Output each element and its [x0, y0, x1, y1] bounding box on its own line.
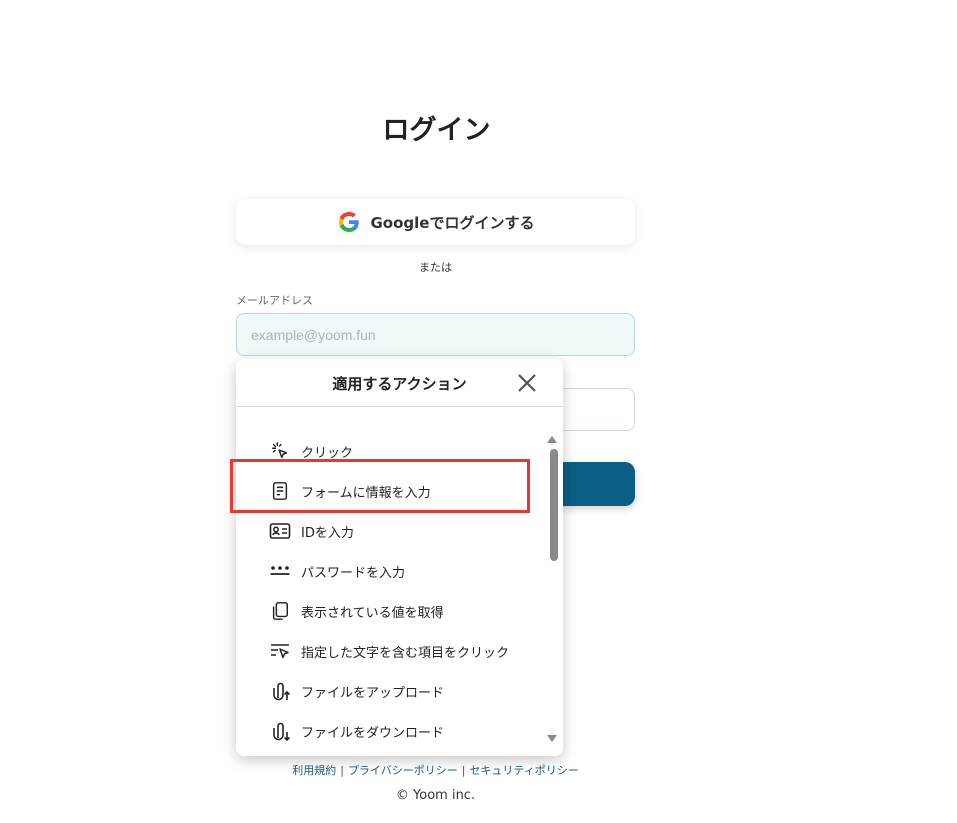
email-field[interactable] — [236, 313, 635, 356]
action-panel-title: 適用するアクション — [332, 375, 467, 393]
action-item-label: 指定した文字を含む項目をクリック — [301, 645, 510, 661]
action-panel: 適用するアクション クリック フォームに情報を入力 IDを入力 パスワードを入力… — [236, 359, 563, 756]
scroll-down-arrow[interactable] — [547, 735, 557, 742]
action-item-download[interactable]: ファイルをダウンロード — [236, 711, 546, 751]
google-login-button[interactable]: Googleでログインする — [236, 199, 635, 245]
paperclip-upload-icon — [269, 680, 291, 702]
text-click-icon — [269, 640, 291, 662]
footer-separator: | — [461, 764, 466, 777]
copyright: © Yoom inc. — [395, 788, 476, 803]
action-item-label: ファイルをアップロード — [301, 685, 445, 701]
highlight-box — [230, 459, 530, 513]
action-item-label: 表示されている値を取得 — [301, 605, 444, 621]
security-link[interactable]: セキュリティポリシー — [469, 764, 578, 777]
footer-separator: | — [340, 764, 344, 777]
google-logo-icon — [337, 210, 361, 234]
google-login-label: Googleでログインする — [370, 213, 535, 232]
paperclip-download-icon — [269, 720, 291, 742]
page-title: ログイン — [382, 115, 491, 146]
footer-links: 利用規約 | プライバシーポリシー | セキュリティポリシー — [236, 762, 635, 778]
action-item-label: ファイルをダウンロード — [301, 725, 445, 741]
action-item-text-click[interactable]: 指定した文字を含む項目をクリック — [236, 631, 546, 671]
action-item-label: パスワードを入力 — [301, 565, 406, 581]
action-item-get-value[interactable]: 表示されている値を取得 — [236, 591, 546, 631]
action-panel-header: 適用するアクション — [236, 359, 563, 407]
email-label: メールアドレス — [236, 294, 313, 307]
or-divider-text: または — [419, 261, 452, 274]
copy-icon — [269, 600, 291, 622]
password-dots-icon — [269, 560, 291, 582]
scroll-up-arrow[interactable] — [547, 436, 557, 443]
terms-link[interactable]: 利用規約 — [292, 764, 336, 777]
close-icon — [518, 374, 536, 392]
privacy-link[interactable]: プライバシーポリシー — [348, 764, 458, 777]
action-item-upload[interactable]: ファイルをアップロード — [236, 671, 546, 711]
id-card-icon — [269, 520, 291, 542]
action-item-password-input[interactable]: パスワードを入力 — [236, 551, 546, 591]
close-button[interactable] — [515, 371, 539, 395]
action-item-id-input[interactable]: IDを入力 — [236, 511, 546, 551]
action-item-label: IDを入力 — [301, 525, 354, 541]
scrollbar-thumb[interactable] — [550, 449, 558, 561]
action-item-label: クリック — [301, 445, 354, 461]
